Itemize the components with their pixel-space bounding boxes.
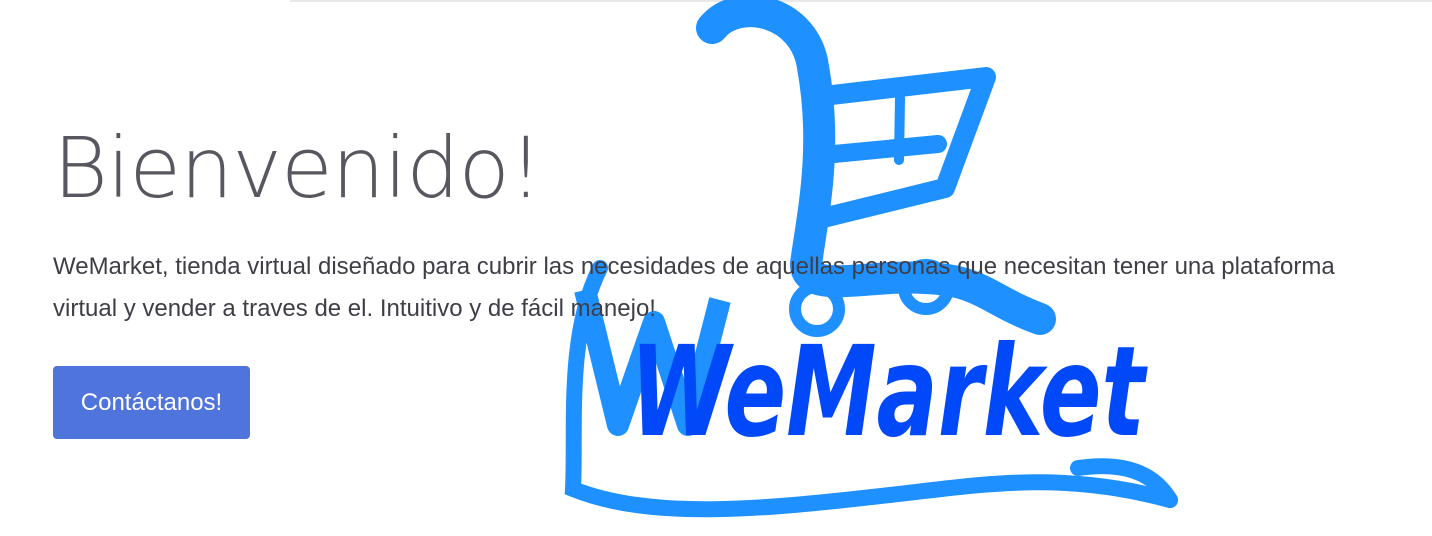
contact-button[interactable]: Contáctanos! (53, 366, 250, 439)
hero-description: WeMarket, tienda virtual diseñado para c… (53, 253, 1335, 322)
hero-section: Bienvenido! WeMarket, tienda virtual dis… (53, 112, 1393, 330)
landing-page: WeMarket Bienvenido! WeMarket, tienda vi… (0, 0, 1432, 536)
logo-wordmark: WeMarket (630, 320, 1148, 465)
page-title: Bienvenido! (53, 119, 543, 217)
